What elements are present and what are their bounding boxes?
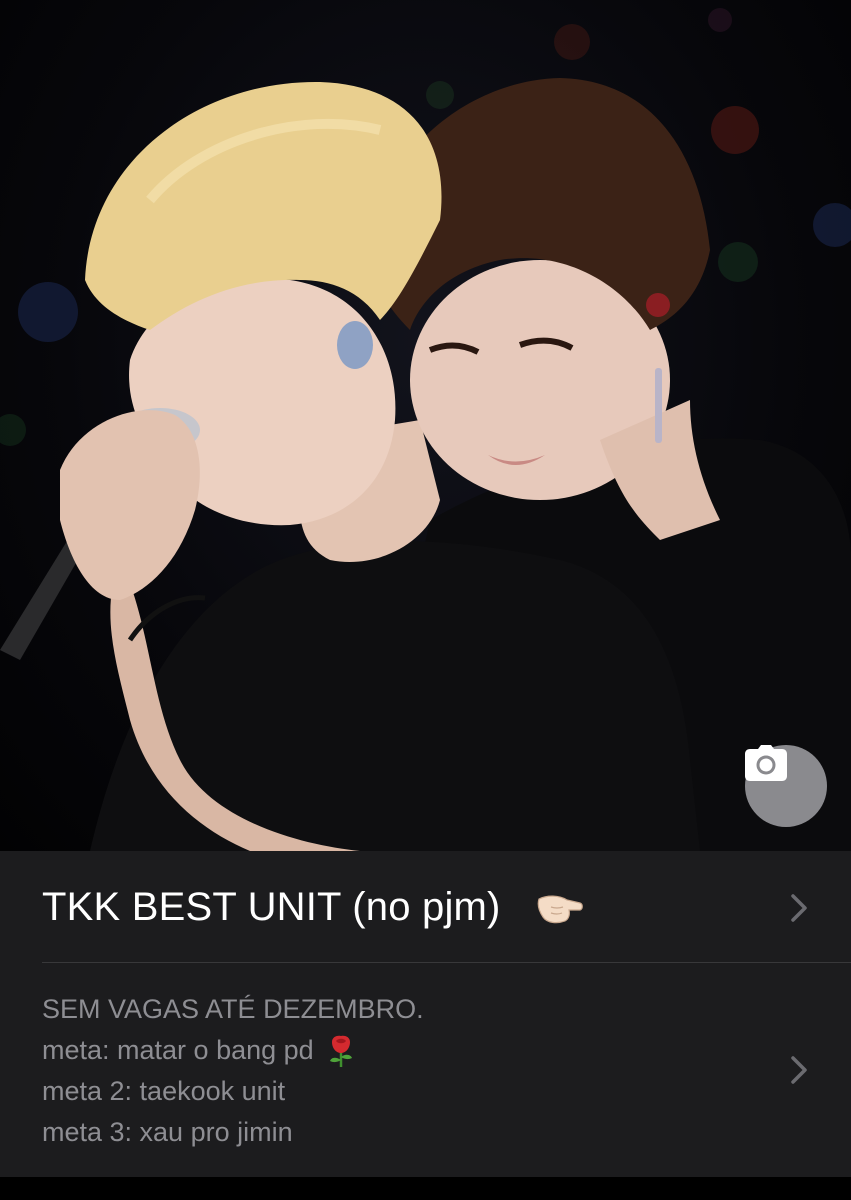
group-description: SEM VAGAS ATÉ DEZEMBRO. meta: matar o ba…	[42, 989, 424, 1153]
description-line: meta 3: xau pro jimin	[42, 1112, 424, 1153]
description-text: meta 3: xau pro jimin	[42, 1117, 293, 1147]
group-title: TKK BEST UNIT (no pjm)	[42, 885, 501, 929]
group-cover-photo	[0, 0, 851, 851]
pointing-hand-icon	[537, 895, 583, 924]
group-title-row[interactable]: TKK BEST UNIT (no pjm)	[0, 851, 851, 963]
chevron-right-icon	[791, 894, 807, 922]
description-text: meta: matar o bang pd	[42, 1035, 314, 1065]
change-photo-button[interactable]	[745, 745, 827, 827]
camera-icon	[745, 745, 787, 781]
bottom-spacer	[0, 1177, 851, 1200]
chevron-right-icon	[791, 1056, 807, 1084]
group-description-row[interactable]: SEM VAGAS ATÉ DEZEMBRO. meta: matar o ba…	[0, 963, 851, 1177]
rose-icon	[329, 1035, 352, 1067]
description-line: SEM VAGAS ATÉ DEZEMBRO.	[42, 989, 424, 1030]
description-line: meta 2: taekook unit	[42, 1071, 424, 1112]
description-text: SEM VAGAS ATÉ DEZEMBRO.	[42, 994, 424, 1024]
cover-photo-illustration	[0, 8, 851, 851]
description-line: meta: matar o bang pd	[42, 1030, 424, 1071]
description-text: meta 2: taekook unit	[42, 1076, 286, 1106]
group-profile-screen: TKK BEST UNIT (no pjm) SEM VAGAS ATÉ DEZ…	[0, 0, 851, 1200]
group-info-card: TKK BEST UNIT (no pjm) SEM VAGAS ATÉ DEZ…	[0, 851, 851, 1177]
